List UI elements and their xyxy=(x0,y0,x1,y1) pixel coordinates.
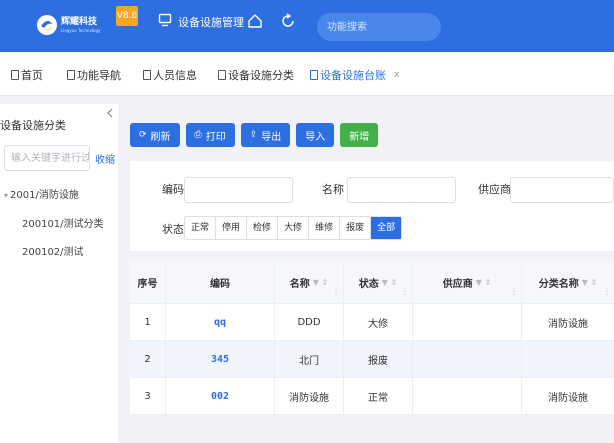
top-header: 辉耀科技 Lingyao Technology V8.8 设备设施管理 xyxy=(0,0,614,52)
logo-subtitle: Lingyao Technology xyxy=(61,27,101,33)
column-resize-icon[interactable]: ⋮ xyxy=(401,287,409,296)
tab-bar: 首页 功能导航 人员信息 设备设施分类 设备设施台账 x xyxy=(0,52,614,96)
status-option-inspection[interactable]: 检修 xyxy=(247,217,279,239)
column-resize-icon[interactable]: ⋮ xyxy=(332,287,340,296)
status-option-overhaul[interactable]: 大修 xyxy=(278,217,310,239)
tree-node-test[interactable]: 200102/测试 xyxy=(22,243,84,258)
export-button[interactable]: ⇪ 导出 xyxy=(240,123,291,147)
column-header-category[interactable]: 分类名称 ▼ ⇕ ⋮ xyxy=(522,261,614,304)
status-option-repair[interactable]: 维修 xyxy=(309,217,341,239)
filter-sort-icon[interactable]: ▼ ⇕ xyxy=(313,278,328,287)
print-button[interactable]: ⎙ 打印 xyxy=(185,123,235,147)
document-icon xyxy=(143,70,151,80)
column-header-status[interactable]: 状态 ▼ ⇕ ⋮ xyxy=(344,261,413,304)
status-label: 状态 xyxy=(162,223,184,236)
logo-mark-icon xyxy=(36,14,58,36)
system-title-text: 设备设施管理 xyxy=(178,15,244,29)
home-icon[interactable] xyxy=(247,13,263,32)
caret-down-icon: ▾ xyxy=(4,191,9,200)
tree-node-test-category[interactable]: 200101/测试分类 xyxy=(22,215,104,230)
table-row[interactable]: 2 345 北门 报废 xyxy=(130,341,614,378)
refresh-icon[interactable] xyxy=(280,13,296,32)
chevron-left-icon[interactable] xyxy=(106,108,114,121)
code-input[interactable] xyxy=(184,177,293,203)
document-icon xyxy=(310,70,318,80)
name-label: 名称 xyxy=(322,183,344,196)
status-filter: 正常 停用 检修 大修 维修 报废 全部 xyxy=(184,216,403,240)
table-row[interactable]: 3 002 消防设施 正常 消防设施 xyxy=(130,378,614,415)
category-sidebar: 设备设施分类 收缩 ▾2001/消防设施 200101/测试分类 200102/… xyxy=(0,104,118,443)
collapse-tree-button[interactable]: 收缩 xyxy=(95,151,115,166)
status-option-disabled[interactable]: 停用 xyxy=(216,217,248,239)
version-badge: V8.8 xyxy=(116,6,138,26)
function-search-input[interactable] xyxy=(317,13,441,41)
tree-node-fire-facility[interactable]: ▾ 2001/消防设施 xyxy=(4,186,79,201)
category-search-input[interactable] xyxy=(4,145,90,171)
column-resize-icon[interactable]: ⋮ xyxy=(603,287,611,296)
document-icon xyxy=(67,70,75,80)
table-row[interactable]: 1 qq DDD 大修 消防设施 xyxy=(130,304,614,341)
status-option-normal[interactable]: 正常 xyxy=(185,217,217,239)
column-header-index: 序号 xyxy=(130,261,166,304)
document-icon xyxy=(218,70,226,80)
equipment-table: 序号 编码 名称 ▼ ⇕ ⋮ 状态 ▼ ⇕ ⋮ 供应商 ▼ ⇕ ⋮ 分类名称 ▼ ⇕ ⋮ 1 q… xyxy=(130,261,614,415)
tab-equipment-ledger[interactable]: 设备设施台账 x xyxy=(310,67,399,83)
toolbar: ⟳ 刷新 ⎙ 打印 ⇪ 导出 导入 新增 xyxy=(130,123,379,147)
table-header: 序号 编码 名称 ▼ ⇕ ⋮ 状态 ▼ ⇕ ⋮ 供应商 ▼ ⇕ ⋮ 分类名称 ▼ ⇕ ⋮ xyxy=(130,261,614,304)
printer-icon: ⎙ xyxy=(194,130,202,140)
column-header-code: 编码 xyxy=(166,261,275,304)
tab-function-nav[interactable]: 功能导航 xyxy=(67,67,121,83)
tab-equipment-category[interactable]: 设备设施分类 xyxy=(218,67,294,83)
monitor-icon xyxy=(158,13,172,30)
import-button[interactable]: 导入 xyxy=(296,123,335,147)
tab-home[interactable]: 首页 xyxy=(11,67,43,83)
column-header-supplier[interactable]: 供应商 ▼ ⇕ ⋮ xyxy=(413,261,522,304)
logo-name: 辉耀科技 xyxy=(61,16,98,27)
supplier-input[interactable] xyxy=(510,177,614,203)
filter-panel: 编码 名称 供应商 状态 正常 停用 检修 大修 维修 报废 全部 xyxy=(130,161,614,251)
status-option-scrapped[interactable]: 报废 xyxy=(340,217,372,239)
filter-sort-icon[interactable]: ▼ ⇕ xyxy=(476,278,491,287)
name-input[interactable] xyxy=(347,177,456,203)
sidebar-title: 设备设施分类 xyxy=(0,119,66,132)
export-icon: ⇪ xyxy=(249,130,258,140)
main-content: ⟳ 刷新 ⎙ 打印 ⇪ 导出 导入 新增 编码 名称 供应商 状态 正常 停用 检修 … xyxy=(118,104,614,443)
filter-sort-icon[interactable]: ▼ ⇕ xyxy=(582,278,597,287)
tab-personnel[interactable]: 人员信息 xyxy=(143,67,197,83)
refresh-button[interactable]: ⟳ 刷新 xyxy=(130,123,180,147)
column-resize-icon[interactable]: ⋮ xyxy=(510,287,518,296)
document-icon xyxy=(11,70,19,80)
company-logo[interactable]: 辉耀科技 Lingyao Technology xyxy=(36,14,100,36)
status-option-all[interactable]: 全部 xyxy=(371,217,402,239)
close-tab-icon[interactable]: x xyxy=(394,70,399,80)
supplier-label: 供应商 xyxy=(478,183,511,196)
system-title[interactable]: 设备设施管理 xyxy=(158,13,244,30)
add-button[interactable]: 新增 xyxy=(340,123,379,147)
column-header-name[interactable]: 名称 ▼ ⇕ ⋮ xyxy=(275,261,344,304)
refresh-icon: ⟳ xyxy=(139,130,147,140)
code-label: 编码 xyxy=(162,183,184,196)
filter-sort-icon[interactable]: ▼ ⇕ xyxy=(382,278,397,287)
